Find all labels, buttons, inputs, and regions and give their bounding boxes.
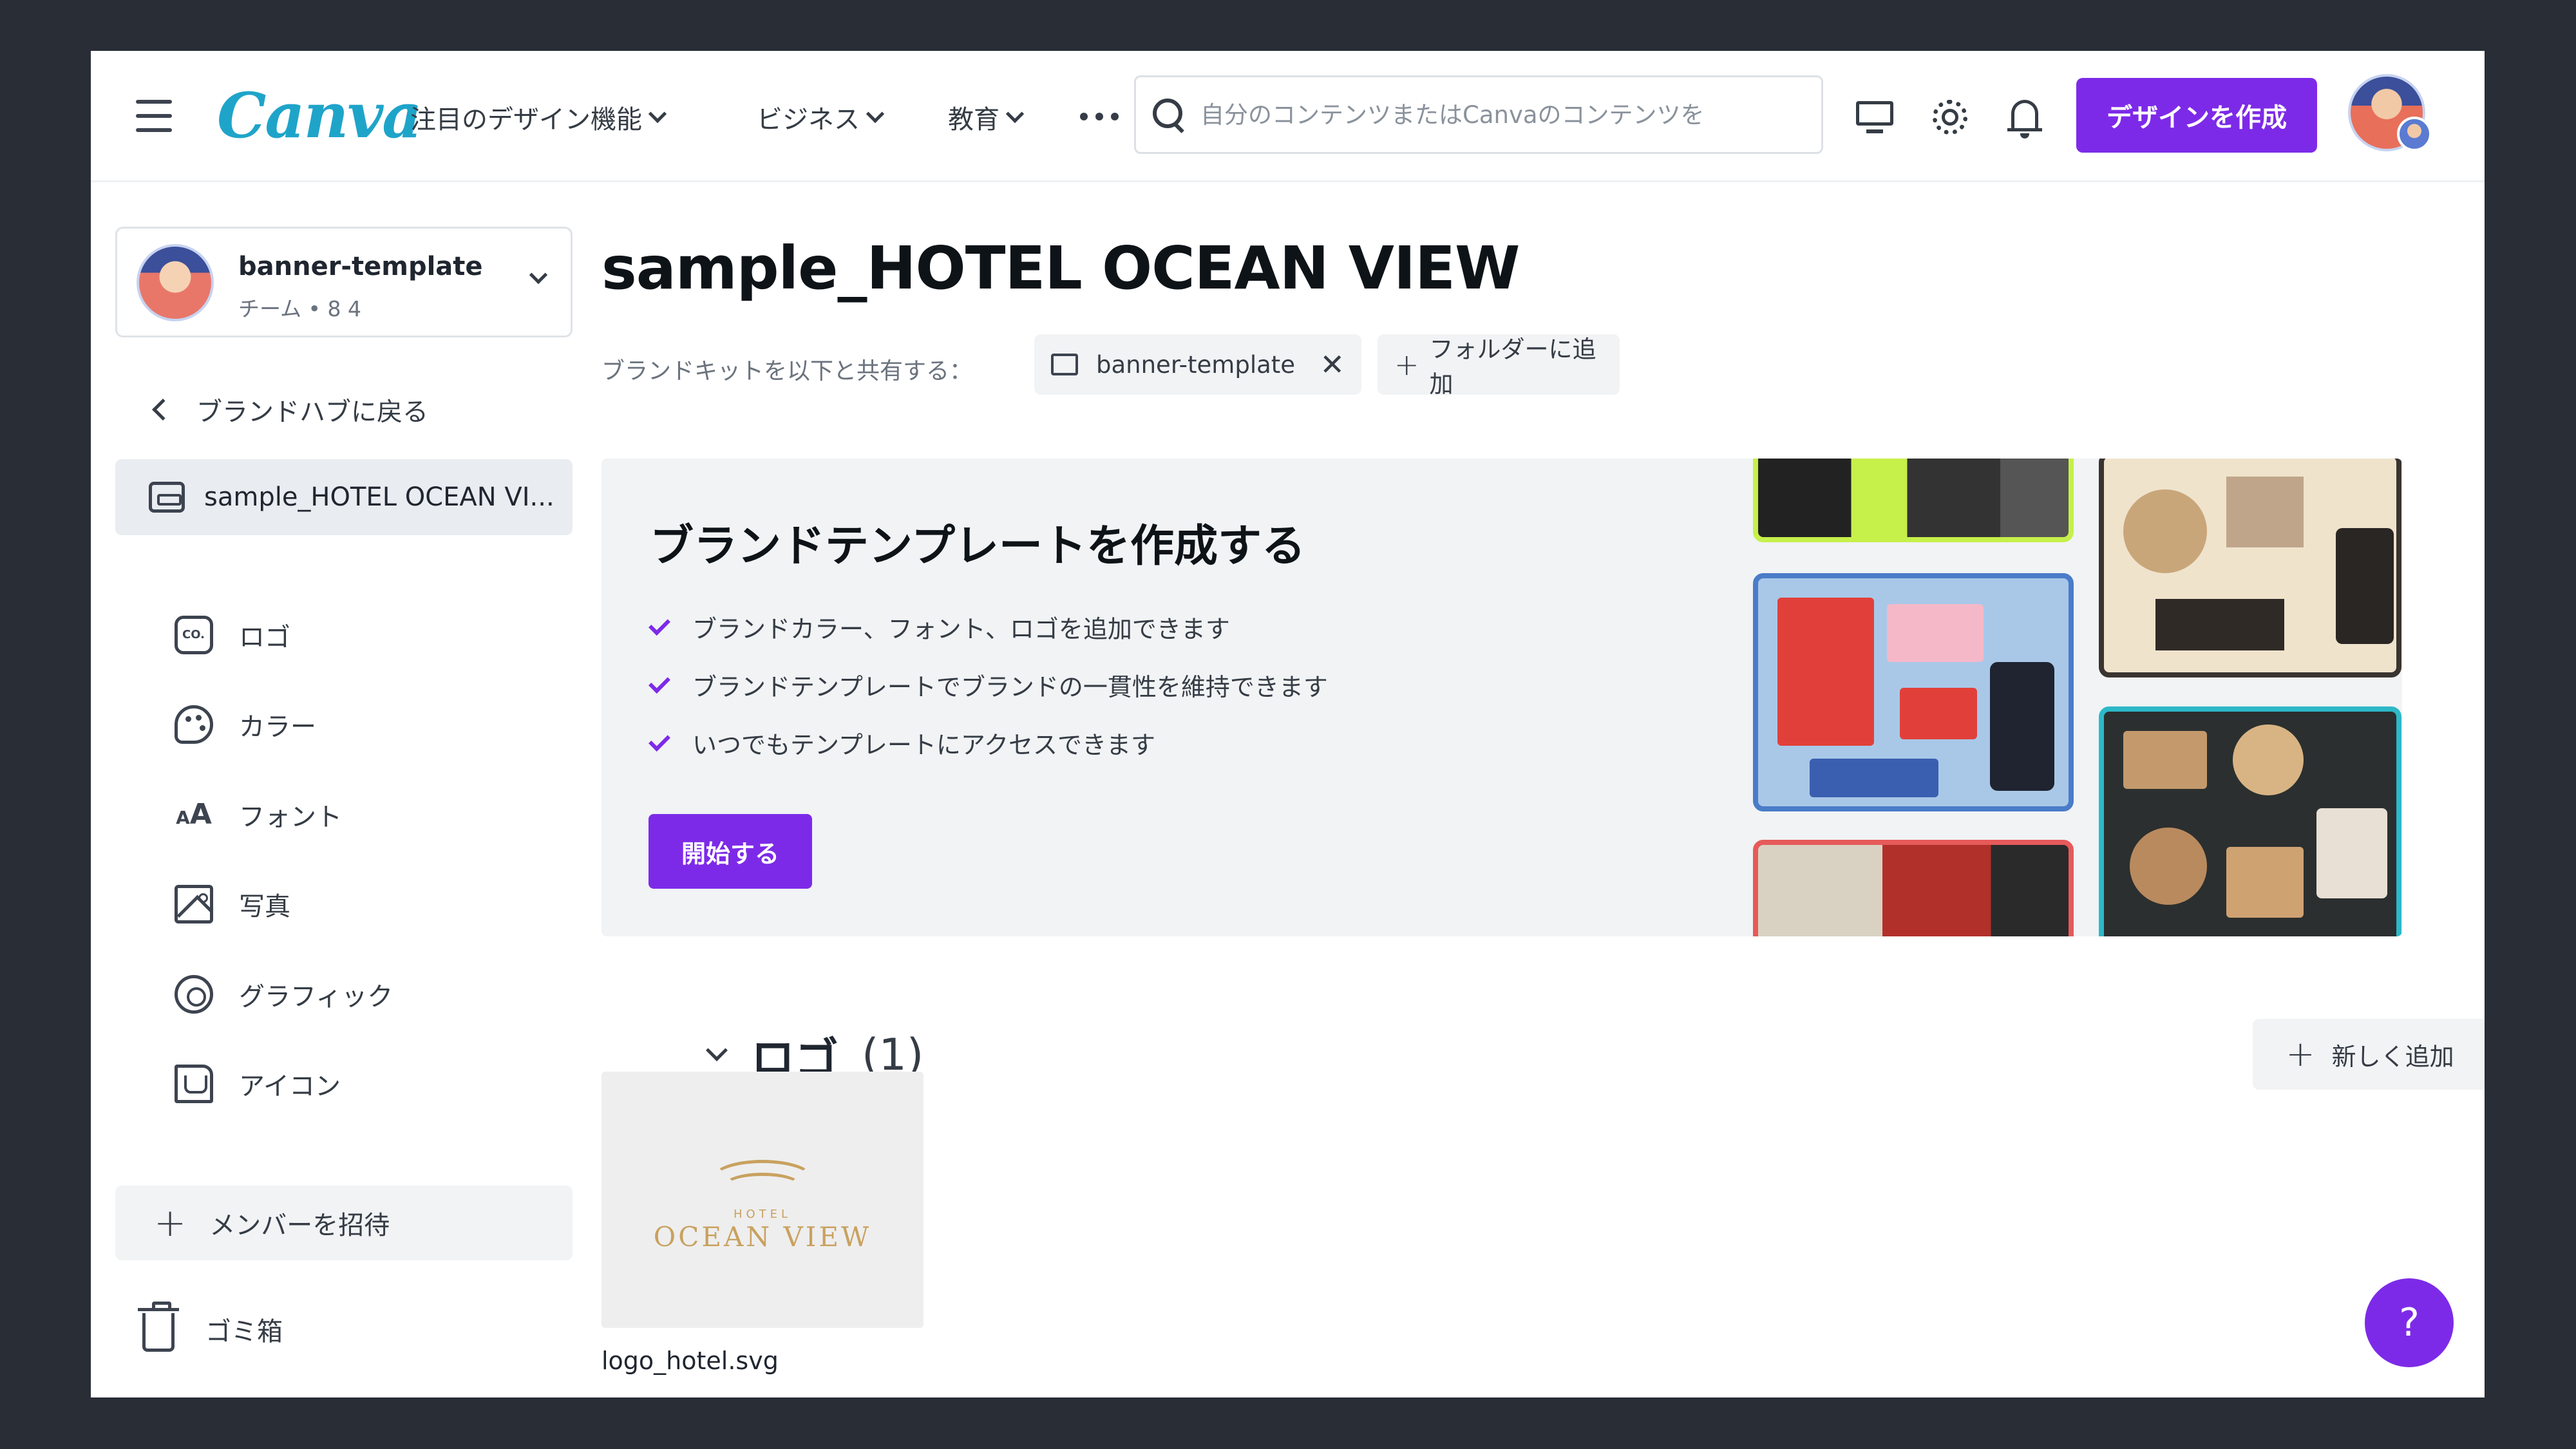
team-avatar: [137, 244, 214, 321]
feature-text: ブランドテンプレートでブランドの一貫性を維持できます: [692, 673, 1328, 701]
nav-featured[interactable]: 注目のデザイン機能: [410, 99, 667, 136]
sidebar-item-icon[interactable]: アイコン: [175, 1058, 341, 1110]
sidebar-item-font[interactable]: AA フォント: [175, 789, 342, 840]
search-icon: [1153, 99, 1185, 131]
back-to-brand-hub[interactable]: ブランドハブに戻る: [152, 391, 428, 428]
feature-text: ブランドカラー、フォント、ロゴを追加できます: [692, 615, 1230, 643]
template-thumbnail: [1753, 459, 2074, 542]
search-box[interactable]: [1134, 75, 1823, 154]
sidebar-item-label: グラフィック: [239, 982, 393, 1012]
share-label: ブランドキットを以下と共有する：: [601, 358, 973, 384]
hotel-mark-small: HOTEL: [733, 1208, 792, 1221]
sidebar-item-trash[interactable]: ゴミ箱: [138, 1302, 283, 1352]
bell-icon[interactable]: [2002, 95, 2047, 140]
check-icon: [649, 671, 670, 694]
template-thumbnail: [2099, 459, 2401, 677]
feature-item: いつでもテンプレートにアクセスできます: [649, 725, 1155, 761]
feature-item: ブランドカラー、フォント、ロゴを追加できます: [649, 609, 1230, 645]
chevron-down-icon: [866, 104, 885, 124]
invite-label: メンバーを招待: [209, 1211, 390, 1240]
chevron-down-icon: [1005, 104, 1025, 124]
gear-icon[interactable]: [1927, 95, 1973, 140]
logo-icon: [175, 616, 213, 654]
feature-item: ブランドテンプレートでブランドの一貫性を維持できます: [649, 667, 1328, 703]
user-avatar[interactable]: [2348, 74, 2432, 151]
brand-template-banner: ブランドテンプレートを作成する ブランドカラー、フォント、ロゴを追加できます ブ…: [601, 459, 2402, 936]
template-thumbnail: [1753, 840, 2074, 936]
trash-icon: [138, 1302, 179, 1352]
add-new-button[interactable]: + 新しく追加: [2253, 1019, 2485, 1090]
plus-icon: +: [1394, 347, 1419, 382]
sidebar-item-label: ロゴ: [239, 623, 290, 652]
nav-business[interactable]: ビジネス: [757, 99, 885, 136]
photo-icon: [175, 885, 213, 923]
team-meta: チーム • 8 4: [238, 296, 361, 321]
hotel-mark-big: OCEAN VIEW: [653, 1221, 872, 1253]
brand-kit-icon: [149, 482, 185, 513]
logo-thumbnail[interactable]: HOTEL OCEAN VIEW: [601, 1072, 923, 1328]
shared-team-chip[interactable]: banner-template ✕: [1034, 334, 1361, 395]
sidebar-item-photo[interactable]: 写真: [175, 878, 290, 930]
check-icon: [649, 729, 670, 752]
logo-file-name: logo_hotel.svg: [601, 1347, 779, 1375]
sidebar-item-color[interactable]: カラー: [175, 699, 316, 750]
team-folder-icon: [1051, 354, 1078, 375]
nav-featured-label: 注目のデザイン機能: [410, 105, 642, 135]
close-icon[interactable]: ✕: [1320, 347, 1345, 382]
sidebar-item-brand-kit[interactable]: sample_HOTEL OCEAN VI...: [115, 459, 573, 535]
chevron-down-icon: [529, 265, 548, 285]
canva-logo[interactable]: Canva: [217, 79, 422, 152]
banner-title: ブランドテンプレートを作成する: [650, 521, 1305, 572]
start-button[interactable]: 開始する: [649, 814, 812, 889]
search-input[interactable]: [1200, 100, 1767, 129]
icon-icon: [175, 1065, 213, 1103]
nav-education[interactable]: 教育: [948, 99, 1025, 136]
create-design-button[interactable]: デザインを作成: [2076, 78, 2317, 153]
brand-kit-label: sample_HOTEL OCEAN VI...: [204, 482, 554, 512]
add-to-folder-button[interactable]: + フォルダーに追加: [1378, 334, 1620, 398]
template-thumbnail: [1753, 573, 2074, 811]
plus-icon: +: [154, 1200, 187, 1245]
nav-business-label: ビジネス: [757, 105, 860, 135]
shared-team-label: banner-template: [1096, 350, 1296, 379]
sidebar-item-label: カラー: [239, 712, 316, 742]
team-switcher[interactable]: banner-template チーム • 8 4: [115, 227, 573, 337]
chevron-down-icon: [648, 104, 667, 124]
back-label: ブランドハブに戻る: [196, 397, 428, 427]
nav-education-label: 教育: [948, 105, 999, 135]
palette-icon: [175, 705, 213, 744]
add-new-label: 新しく追加: [2331, 1042, 2454, 1071]
graphic-icon: [175, 975, 213, 1014]
font-icon: AA: [176, 798, 212, 831]
template-thumbnail: [2099, 706, 2401, 936]
chevron-left-icon: [152, 399, 174, 421]
sidebar-item-graphic[interactable]: グラフィック: [175, 969, 393, 1020]
team-mini-avatar: [2397, 117, 2432, 151]
trash-label: ゴミ箱: [205, 1317, 283, 1347]
more-icon[interactable]: [1080, 113, 1119, 120]
sidebar-item-label: フォント: [239, 802, 342, 832]
menu-icon[interactable]: [136, 100, 172, 132]
chevron-down-icon[interactable]: [706, 1039, 728, 1061]
page-title: sample_HOTEL OCEAN VIEW: [601, 234, 1520, 303]
add-to-folder-label: フォルダーに追加: [1429, 336, 1596, 398]
wave-icon: [698, 1147, 827, 1205]
monitor-icon[interactable]: [1852, 95, 1897, 140]
sidebar-item-label: 写真: [239, 892, 290, 922]
check-icon: [649, 613, 670, 636]
sidebar-item-label: アイコン: [239, 1072, 341, 1101]
top-bar: Canva 注目のデザイン機能 ビジネス 教育 デザインを作成: [91, 51, 2485, 182]
help-button[interactable]: ?: [2365, 1278, 2454, 1367]
plus-icon: +: [2286, 1034, 2315, 1074]
sidebar-item-logo[interactable]: ロゴ: [175, 609, 290, 661]
invite-members-button[interactable]: + メンバーを招待: [115, 1186, 573, 1260]
feature-text: いつでもテンプレートにアクセスできます: [692, 731, 1155, 759]
team-name: banner-template: [238, 252, 483, 281]
app-window: Canva 注目のデザイン機能 ビジネス 教育 デザインを作成 banner-t…: [91, 51, 2485, 1397]
